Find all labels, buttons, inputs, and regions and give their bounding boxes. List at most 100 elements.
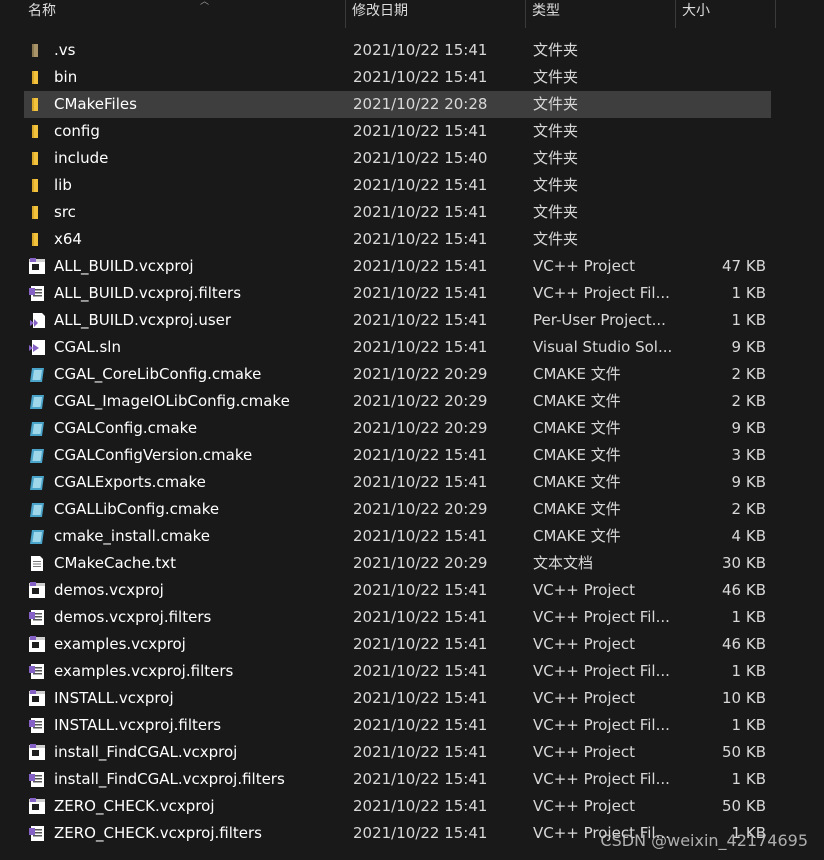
column-header-name-label: 名称 xyxy=(28,3,56,19)
file-row[interactable]: demos.vcxproj 2021/10/22 15:41 VC++ Projec… xyxy=(24,577,771,604)
file-type: CMAKE 文件 xyxy=(533,365,621,383)
column-header-size[interactable]: 大小 xyxy=(676,0,776,28)
file-date: 2021/10/22 15:41 xyxy=(353,203,488,221)
filters-icon xyxy=(28,285,46,302)
file-row[interactable]: examples.vcxproj 2021/10/22 15:41 VC++ Pro… xyxy=(24,631,771,658)
file-row[interactable]: CGALConfig.cmake 2021/10/22 20:29 CMAKE 文件… xyxy=(24,415,771,442)
vcxproj-icon xyxy=(28,690,46,707)
file-row[interactable]: bin 2021/10/22 15:41 文件夹 xyxy=(24,64,771,91)
file-type: CMAKE 文件 xyxy=(533,392,621,410)
file-date: 2021/10/22 15:41 xyxy=(353,257,488,275)
file-row[interactable]: ALL_BUILD.vcxproj.filters 2021/10/22 15:4… xyxy=(24,280,771,307)
file-row[interactable]: examples.vcxproj.filters 2021/10/22 15:41… xyxy=(24,658,771,685)
filters-icon xyxy=(28,609,46,626)
file-type: 文件夹 xyxy=(533,95,579,113)
file-name: x64 xyxy=(54,230,82,248)
file-row[interactable]: CMakeFiles 2021/10/22 20:28 文件夹 xyxy=(24,91,771,118)
file-name: demos.vcxproj xyxy=(54,581,164,599)
file-date: 2021/10/22 20:29 xyxy=(353,392,488,410)
cmake-icon xyxy=(28,447,46,464)
file-row[interactable]: CGALLibConfig.cmake 2021/10/22 20:29 CMAKE… xyxy=(24,496,771,523)
file-date: 2021/10/22 15:41 xyxy=(353,743,488,761)
vcxproj-icon xyxy=(28,744,46,761)
file-row[interactable]: CMakeCache.txt 2021/10/22 20:29 文本文档 30 KB xyxy=(24,550,771,577)
column-header-type-label: 类型 xyxy=(532,3,560,19)
file-type: 文件夹 xyxy=(533,41,579,59)
file-row[interactable]: x64 2021/10/22 15:41 文件夹 xyxy=(24,226,771,253)
file-size: 1 KB xyxy=(731,608,766,626)
file-size: 50 KB xyxy=(722,797,766,815)
sort-caret-up-icon: ︿ xyxy=(200,0,210,7)
vcxproj-icon xyxy=(28,636,46,653)
file-type: Visual Studio Sol... xyxy=(533,338,673,356)
file-row[interactable]: CGALConfigVersion.cmake 2021/10/22 15:41 C… xyxy=(24,442,771,469)
file-date: 2021/10/22 15:41 xyxy=(353,824,488,842)
file-row[interactable]: cmake_install.cmake 2021/10/22 15:41 CMAKE… xyxy=(24,523,771,550)
file-name: config xyxy=(54,122,100,140)
file-row[interactable]: ZERO_CHECK.vcxproj 2021/10/22 15:41 VC++ P… xyxy=(24,793,771,820)
file-date: 2021/10/22 20:29 xyxy=(353,500,488,518)
file-type: CMAKE 文件 xyxy=(533,500,621,518)
text-file-icon xyxy=(28,555,46,572)
file-type: 文本文档 xyxy=(533,554,594,572)
file-type: 文件夹 xyxy=(533,68,579,86)
file-date: 2021/10/22 20:29 xyxy=(353,419,488,437)
file-size: 2 KB xyxy=(731,365,766,383)
cmake-icon xyxy=(28,420,46,437)
cmake-icon xyxy=(28,366,46,383)
file-row[interactable]: config 2021/10/22 15:41 文件夹 xyxy=(24,118,771,145)
filters-icon xyxy=(28,771,46,788)
column-header-type[interactable]: 类型 xyxy=(526,0,676,28)
filters-icon xyxy=(28,717,46,734)
file-date: 2021/10/22 15:41 xyxy=(353,635,488,653)
file-row[interactable]: include 2021/10/22 15:40 文件夹 xyxy=(24,145,771,172)
file-name: ALL_BUILD.vcxproj xyxy=(54,257,194,275)
column-header-size-label: 大小 xyxy=(682,3,710,19)
file-date: 2021/10/22 15:41 xyxy=(353,770,488,788)
file-name: CGAL_ImageIOLibConfig.cmake xyxy=(54,392,290,410)
file-row[interactable]: lib 2021/10/22 15:41 文件夹 xyxy=(24,172,771,199)
file-type: CMAKE 文件 xyxy=(533,473,621,491)
file-name: ZERO_CHECK.vcxproj xyxy=(54,797,215,815)
file-row[interactable]: ALL_BUILD.vcxproj.user 2021/10/22 15:41 Pe… xyxy=(24,307,771,334)
file-row[interactable]: INSTALL.vcxproj.filters 2021/10/22 15:41 V… xyxy=(24,712,771,739)
folder-icon xyxy=(28,204,46,221)
file-row[interactable]: demos.vcxproj.filters 2021/10/22 15:41 VC+… xyxy=(24,604,771,631)
file-type: VC++ Project Fil... xyxy=(533,662,670,680)
file-type: CMAKE 文件 xyxy=(533,419,621,437)
column-header-name[interactable]: 名称 ︿ xyxy=(22,0,346,28)
folder-icon xyxy=(28,123,46,140)
file-name: CMakeFiles xyxy=(54,95,137,113)
file-name: CGALLibConfig.cmake xyxy=(54,500,220,518)
file-row[interactable]: .vs 2021/10/22 15:41 文件夹 xyxy=(24,37,771,64)
file-type: VC++ Project Fil... xyxy=(533,608,670,626)
file-name: .vs xyxy=(54,41,76,59)
file-date: 2021/10/22 15:41 xyxy=(353,797,488,815)
vcxproj-icon xyxy=(28,258,46,275)
file-type: 文件夹 xyxy=(533,203,579,221)
file-type: VC++ Project Fil... xyxy=(533,716,670,734)
file-size: 10 KB xyxy=(722,689,766,707)
file-row[interactable]: CGAL.sln 2021/10/22 15:41 Visual Studio So… xyxy=(24,334,771,361)
file-name: cmake_install.cmake xyxy=(54,527,211,545)
file-size: 46 KB xyxy=(722,635,766,653)
file-row[interactable]: src 2021/10/22 15:41 文件夹 xyxy=(24,199,771,226)
file-date: 2021/10/22 20:29 xyxy=(353,365,488,383)
file-row[interactable]: CGAL_ImageIOLibConfig.cmake 2021/10/22 20… xyxy=(24,388,771,415)
file-row[interactable]: install_FindCGAL.vcxproj 2021/10/22 15:41… xyxy=(24,739,771,766)
column-header-date[interactable]: 修改日期 xyxy=(346,0,526,28)
file-name: lib xyxy=(54,176,72,194)
file-row[interactable]: INSTALL.vcxproj 2021/10/22 15:41 VC++ Proj… xyxy=(24,685,771,712)
vcxproj-icon xyxy=(28,798,46,815)
file-type: VC++ Project xyxy=(533,635,635,653)
folder-icon xyxy=(28,150,46,167)
file-name: CGAL_CoreLibConfig.cmake xyxy=(54,365,262,383)
file-row[interactable]: ALL_BUILD.vcxproj 2021/10/22 15:41 VC++ Pr… xyxy=(24,253,771,280)
file-row[interactable]: install_FindCGAL.vcxproj.filters 2021/10/… xyxy=(24,766,771,793)
file-name: ALL_BUILD.vcxproj.filters xyxy=(54,284,242,302)
file-size: 9 KB xyxy=(731,473,766,491)
file-row[interactable]: CGAL_CoreLibConfig.cmake 2021/10/22 20:29… xyxy=(24,361,771,388)
file-size: 1 KB xyxy=(731,311,766,329)
file-date: 2021/10/22 15:41 xyxy=(353,41,488,59)
file-row[interactable]: CGALExports.cmake 2021/10/22 15:41 CMAKE 文… xyxy=(24,469,771,496)
